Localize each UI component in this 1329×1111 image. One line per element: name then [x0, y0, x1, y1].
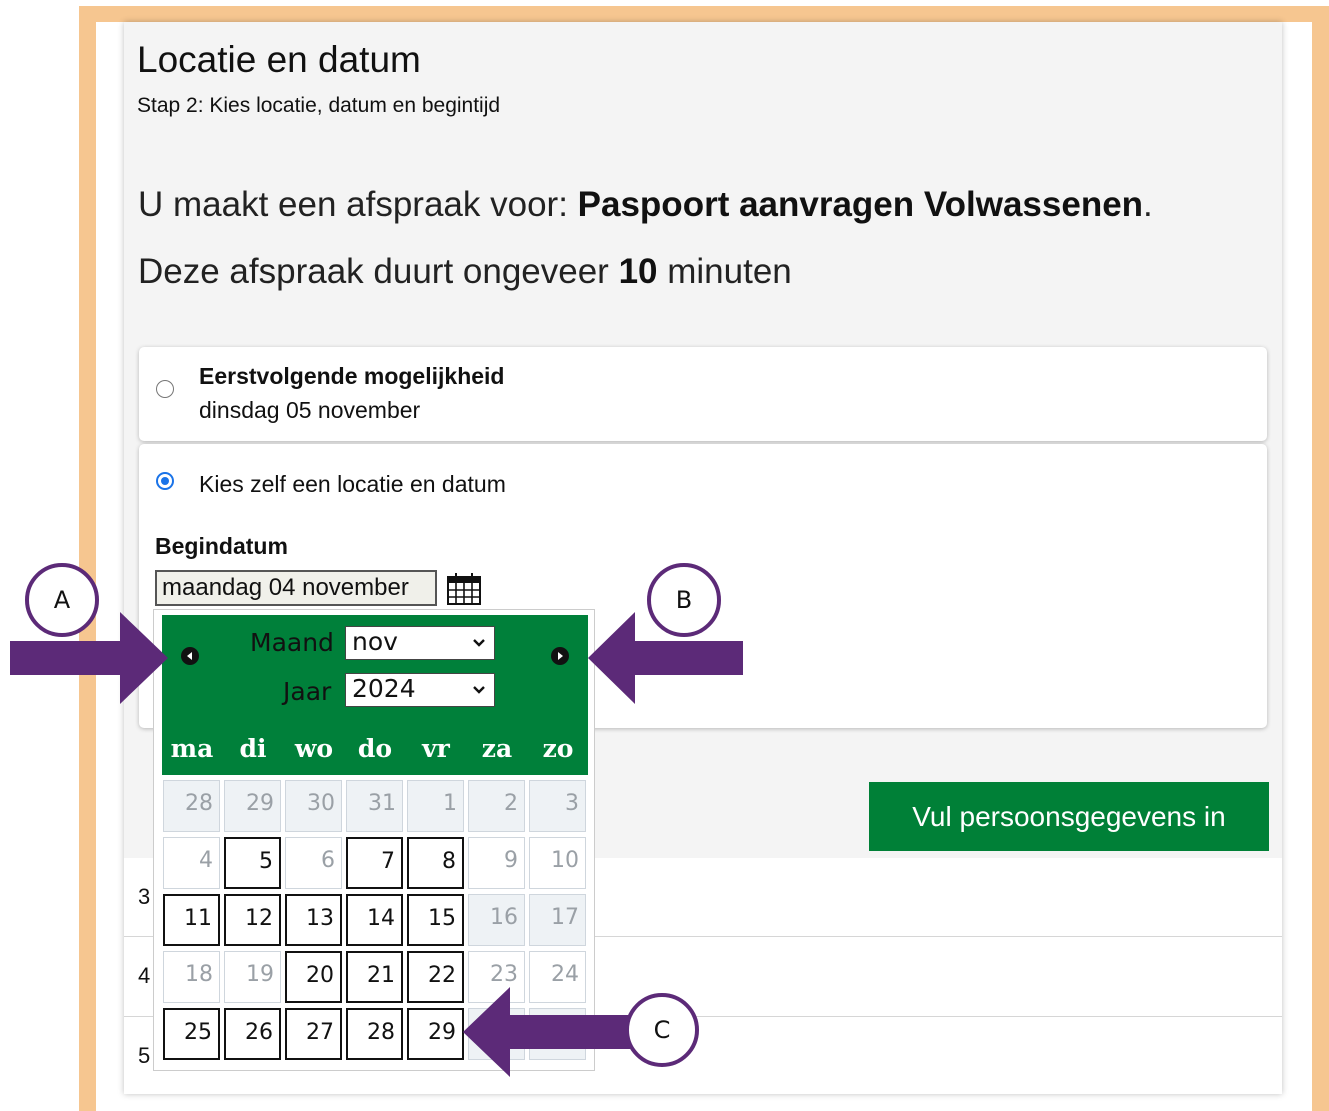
- calendar-day[interactable]: 26: [224, 1008, 281, 1060]
- calendar-day[interactable]: 5: [224, 837, 281, 889]
- timeslot-row-number: 4: [138, 963, 151, 988]
- year-select[interactable]: 2024: [345, 673, 495, 707]
- calendar-day[interactable]: 21: [346, 951, 403, 1003]
- calendar-day[interactable]: 12: [224, 894, 281, 946]
- duration-text: Deze afspraak duurt ongeveer 10 minuten: [138, 252, 792, 291]
- calendar-day: 30: [285, 780, 342, 832]
- calendar-day[interactable]: 15: [407, 894, 464, 946]
- calendar-day: 9: [468, 837, 525, 889]
- calendar-day[interactable]: 13: [285, 894, 342, 946]
- calendar-day[interactable]: 22: [407, 951, 464, 1003]
- calendar-day: 10: [529, 837, 586, 889]
- calendar-day[interactable]: 8: [407, 837, 464, 889]
- first-option-title: Eerstvolgende mogelijkheid: [199, 363, 505, 389]
- first-option-card[interactable]: [139, 347, 1267, 441]
- calendar-day[interactable]: 14: [346, 894, 403, 946]
- duration-value: 10: [618, 252, 658, 291]
- page-title: Locatie en datum: [137, 39, 421, 80]
- chevron-down-icon: [473, 686, 485, 694]
- calendar-day: 1: [407, 780, 464, 832]
- calendar-day[interactable]: 7: [346, 837, 403, 889]
- calendar-day: 31: [346, 780, 403, 832]
- weekday-header: ma: [170, 734, 214, 763]
- fill-personal-details-button[interactable]: Vul persoonsgegevens in: [869, 782, 1269, 851]
- annotation-marker-c: C: [625, 993, 699, 1067]
- first-option-date: dinsdag 05 november: [199, 397, 421, 423]
- month-select[interactable]: nov: [345, 626, 495, 660]
- calendar-day: 3: [529, 780, 586, 832]
- arrow-c-icon: [463, 987, 630, 1077]
- page-subtitle: Stap 2: Kies locatie, datum en begintijd: [137, 94, 501, 117]
- first-option-radio[interactable]: [156, 380, 174, 398]
- calendar-day: 16: [468, 894, 525, 946]
- begindatum-label: Begindatum: [155, 533, 288, 559]
- calendar-day: 6: [285, 837, 342, 889]
- calendar-day: 4: [163, 837, 220, 889]
- calendar-day[interactable]: 29: [407, 1008, 464, 1060]
- calendar-day: 19: [224, 951, 281, 1003]
- year-label: Jaar: [283, 677, 332, 706]
- annotation-marker-a: A: [25, 563, 99, 637]
- calendar-day[interactable]: 20: [285, 951, 342, 1003]
- calendar-day[interactable]: 28: [346, 1008, 403, 1060]
- calendar-day[interactable]: 25: [163, 1008, 220, 1060]
- calendar-day[interactable]: 11: [163, 894, 220, 946]
- weekday-header: zo: [542, 734, 574, 763]
- calendar-icon[interactable]: [446, 572, 482, 606]
- chevron-left-icon: [187, 652, 192, 660]
- timeslot-row-number: 5: [138, 1043, 151, 1068]
- calendar-day: 28: [163, 780, 220, 832]
- weekday-header: do: [357, 734, 393, 763]
- calendar-day: 17: [529, 894, 586, 946]
- service-intro: U maakt een afspraak voor: Paspoort aanv…: [138, 185, 1153, 224]
- weekday-header: vr: [422, 734, 450, 763]
- calendar-day[interactable]: 27: [285, 1008, 342, 1060]
- calendar-day: 2: [468, 780, 525, 832]
- month-label: Maand: [250, 628, 334, 657]
- timeslot-row-number: 3: [138, 884, 151, 909]
- next-month-button[interactable]: [551, 647, 569, 665]
- weekday-header: di: [239, 734, 267, 763]
- weekday-header: za: [481, 734, 513, 763]
- chevron-down-icon: [473, 639, 485, 647]
- begindatum-input[interactable]: maandag 04 november: [155, 570, 437, 606]
- custom-option-label[interactable]: Kies zelf een locatie en datum: [199, 471, 506, 498]
- custom-option-radio[interactable]: [156, 472, 174, 490]
- calendar-day: 18: [163, 951, 220, 1003]
- service-name: Paspoort aanvragen Volwassenen: [577, 185, 1144, 224]
- annotation-marker-b: B: [647, 563, 721, 637]
- weekday-header: wo: [294, 734, 334, 763]
- prev-month-button[interactable]: [181, 647, 199, 665]
- calendar-day: 29: [224, 780, 281, 832]
- chevron-right-icon: [558, 652, 563, 660]
